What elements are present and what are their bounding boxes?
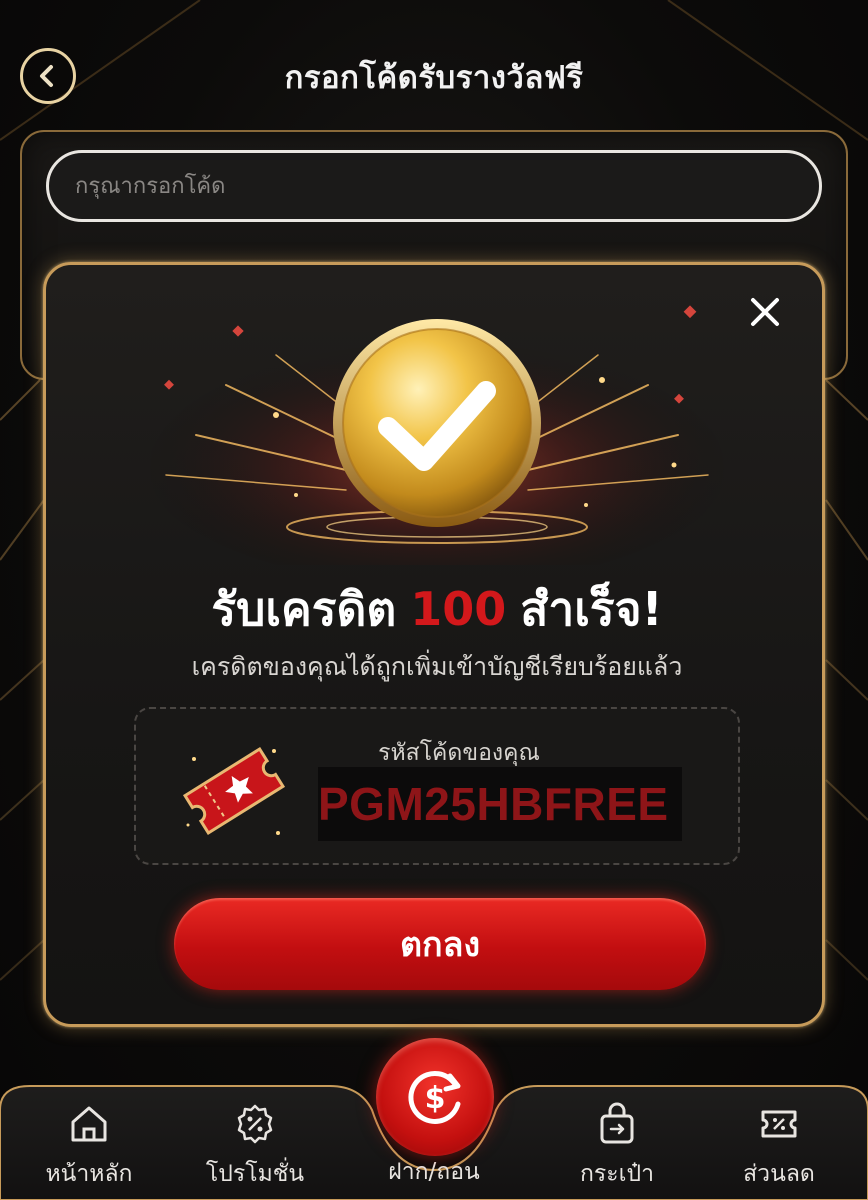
promo-code-box: รหัสโค้ดของคุณ PGM25HBFREE: [134, 707, 740, 865]
success-title-suffix: สำเร็จ!: [520, 582, 663, 636]
deposit-withdraw-button[interactable]: $: [376, 1038, 494, 1156]
success-badge: [137, 305, 737, 565]
code-input[interactable]: [46, 150, 822, 222]
ok-button[interactable]: ตกลง: [174, 898, 706, 990]
nav-item-discount[interactable]: ส่วนลด: [714, 1102, 844, 1192]
nav-item-promotion[interactable]: โปรโมชั่น: [190, 1102, 320, 1192]
home-icon: [71, 1106, 107, 1142]
nav-item-home[interactable]: หน้าหลัก: [24, 1102, 154, 1192]
deposit-withdraw-icon: $: [408, 1071, 461, 1124]
wallet-bag-icon: [600, 1102, 634, 1144]
nav-label-discount: ส่วนลด: [743, 1161, 815, 1187]
credit-amount: 100: [410, 582, 507, 636]
success-title: รับเครดิต 100 สำเร็จ!: [46, 573, 822, 646]
promo-code-value: PGM25HBFREE: [318, 767, 682, 841]
nav-label-deposit-withdraw: ฝาก/ถอน: [388, 1159, 480, 1185]
success-subtitle: เครดิตของคุณได้ถูกเพิ่มเข้าบัญชีเรียบร้อ…: [191, 652, 683, 681]
svg-text:$: $: [425, 1081, 446, 1116]
success-title-prefix: รับเครดิต: [211, 582, 397, 636]
nav-label-wallet: กระเป๋า: [579, 1161, 654, 1187]
success-modal: รับเครดิต 100 สำเร็จ! เครดิตของคุณได้ถูกเพ…: [43, 262, 825, 1027]
promotion-badge-icon: [237, 1104, 273, 1144]
nav-label-home: หน้าหลัก: [45, 1161, 133, 1187]
header: กรอกโค้ดรับรางวัลฟรี: [0, 0, 868, 150]
promo-code-label: รหัสโค้ดของคุณ: [378, 740, 540, 766]
close-icon: [751, 298, 779, 326]
close-button[interactable]: [742, 289, 788, 335]
discount-coupon-icon: [761, 1110, 797, 1138]
page-title: กรอกโค้ดรับรางวัลฟรี: [284, 60, 584, 96]
nav-item-wallet[interactable]: กระเป๋า: [552, 1102, 682, 1192]
nav-label-promotion: โปรโมชั่น: [205, 1161, 305, 1187]
